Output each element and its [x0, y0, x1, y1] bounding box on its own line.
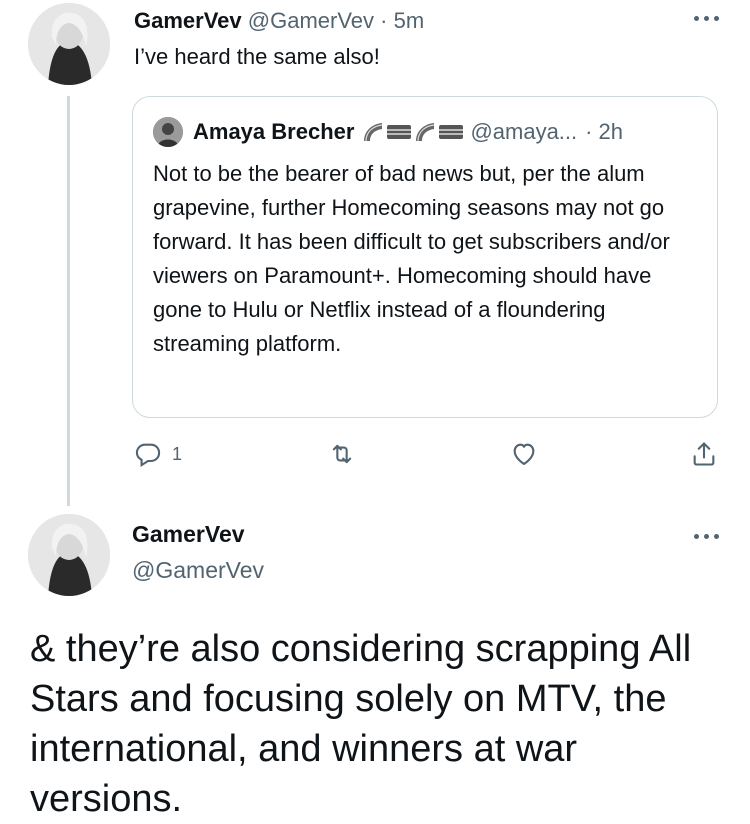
more-options-icon[interactable]	[694, 14, 720, 22]
thread-line	[67, 96, 70, 506]
rainbow-flag-icon	[416, 123, 435, 142]
author-handle[interactable]: @GamerVev	[132, 557, 264, 584]
tweet-text: & they’re also considering scrapping All…	[30, 628, 692, 820]
timestamp[interactable]: 5m	[394, 8, 425, 33]
more-options-icon[interactable]	[694, 532, 720, 540]
separator-dot: ·	[585, 119, 593, 144]
reply-count: 1	[172, 443, 183, 464]
reply-button[interactable]: 1	[134, 440, 182, 468]
author-name[interactable]: GamerVev	[132, 521, 245, 548]
separator-dot: ·	[380, 8, 388, 33]
quoted-timestamp: 2h	[598, 119, 623, 144]
share-icon	[693, 442, 715, 466]
rainbow-flag-icon	[364, 123, 383, 142]
like-icon	[513, 443, 535, 465]
quoted-author-name: Amaya Brecher	[193, 119, 355, 144]
avatar[interactable]	[28, 514, 110, 596]
quoted-header: Amaya Brecher @amaya... · 2h	[153, 117, 623, 147]
share-button[interactable]	[690, 440, 718, 468]
striped-flag-icon	[387, 125, 412, 139]
quoted-text: Not to be the bearer of bad news but, pe…	[153, 161, 670, 356]
reply-icon	[135, 443, 161, 467]
retweet-icon	[332, 444, 352, 464]
author-handle[interactable]: @GamerVev	[248, 8, 374, 33]
quoted-avatar	[153, 117, 183, 147]
quoted-author-handle: @amaya...	[470, 119, 578, 144]
reply-header: GamerVev @GamerVev · 5m	[134, 8, 424, 34]
author-name[interactable]: GamerVev	[134, 8, 242, 33]
avatar[interactable]	[28, 3, 110, 85]
like-button[interactable]	[510, 440, 538, 468]
quoted-tweet-card[interactable]: Amaya Brecher @amaya... · 2h Not to be t…	[132, 96, 718, 418]
retweet-button[interactable]	[328, 440, 356, 468]
flag-emojis	[362, 121, 464, 143]
striped-flag-icon	[439, 125, 464, 139]
reply-text: I’ve heard the same also!	[134, 44, 380, 69]
action-bar: 1	[132, 440, 722, 480]
